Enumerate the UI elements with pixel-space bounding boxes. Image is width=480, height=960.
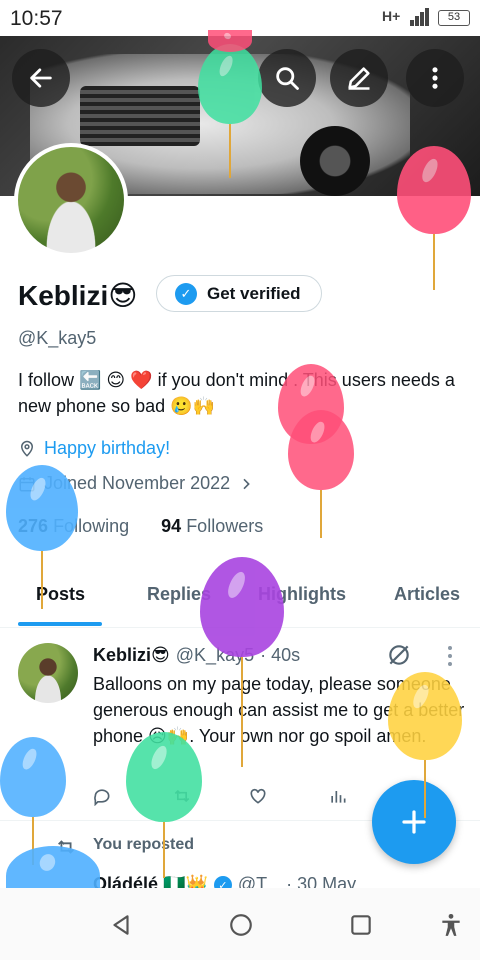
profile-bio: I follow 🔙 😊 ❤️ if you don't mind . This… [18, 370, 455, 416]
verified-badge-icon: ✓ [175, 282, 197, 305]
tweet-header: Keblizi😎 @K_kay5 · 40s [93, 645, 300, 666]
reply-icon[interactable] [92, 786, 112, 806]
tweet-author-name[interactable]: Keblizi😎 [93, 645, 170, 666]
back-button[interactable] [12, 49, 70, 107]
followers-link[interactable]: 94 Followers [161, 516, 263, 536]
profile-avatar[interactable] [14, 143, 128, 257]
analytics-icon[interactable] [328, 786, 348, 806]
nav-home-icon[interactable] [228, 912, 254, 938]
more-vertical-icon [432, 67, 438, 89]
compose-button[interactable] [372, 780, 456, 864]
banner-car-wheel [300, 126, 370, 196]
location-icon [20, 440, 34, 457]
back-arrow-icon [30, 68, 52, 88]
accessibility-icon[interactable] [438, 912, 464, 938]
search-icon [276, 67, 299, 90]
edit-profile-button[interactable] [330, 49, 388, 107]
chevron-right-icon[interactable] [238, 476, 254, 492]
edit-icon [348, 67, 370, 90]
more-options-button[interactable] [406, 49, 464, 107]
profile-handle: @K_kay5 [18, 328, 97, 348]
tab-posts[interactable]: Posts [36, 584, 85, 605]
repost-label: You reposted [93, 836, 195, 853]
tweet-avatar[interactable] [18, 643, 78, 703]
like-icon[interactable] [248, 786, 268, 806]
battery-icon: 53 [438, 10, 470, 26]
nav-recents-icon[interactable] [348, 912, 374, 938]
get-verified-label: Get verified [207, 283, 301, 303]
network-type: H+ [382, 8, 401, 24]
signal-icon [410, 8, 430, 26]
tab-articles[interactable]: Articles [394, 584, 460, 605]
status-time: 10:57 [10, 7, 63, 30]
search-button[interactable] [258, 49, 316, 107]
get-verified-button[interactable]: ✓ Get verified [156, 275, 322, 312]
tweet-more-icon[interactable] [444, 644, 456, 668]
active-tab-indicator [18, 622, 102, 626]
android-nav-bar [0, 888, 480, 960]
birthday-row: Happy birthday! [18, 438, 170, 459]
banner-car-grille [80, 86, 200, 146]
profile-name: Keblizi😎 [18, 280, 138, 311]
birthday-link[interactable]: Happy birthday! [44, 438, 170, 459]
grok-icon[interactable] [386, 642, 412, 668]
nav-back-icon[interactable] [108, 912, 134, 938]
